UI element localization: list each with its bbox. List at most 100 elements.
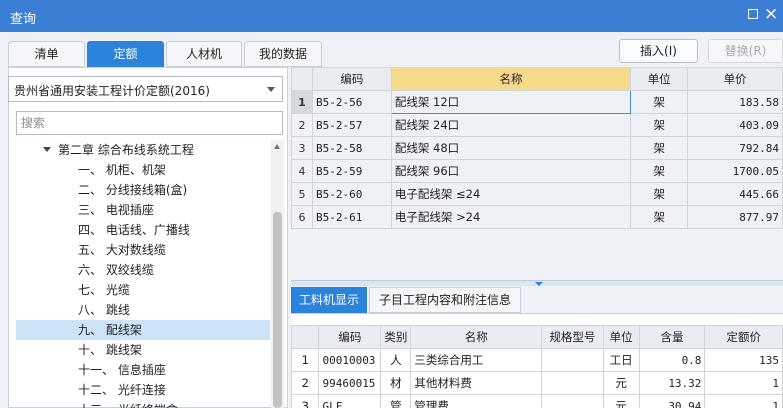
table-row[interactable]: 3 GLF 管 管理费 元 30.94 1 — [290, 394, 783, 408]
scrollbar-thumb[interactable] — [273, 212, 282, 408]
header-code[interactable]: 编码 — [311, 67, 392, 91]
tree-node[interactable]: 十、 跳线架 — [16, 340, 270, 360]
cell-spec[interactable] — [541, 371, 604, 395]
cell-name[interactable]: 管理费 — [410, 394, 543, 408]
table-row[interactable]: 5 B5-2-60 电子配线架 ≤24 架 445.66 — [291, 182, 783, 206]
tree-node[interactable]: 十三、 光纤终端盒 — [16, 400, 270, 408]
collapse-arrow-icon[interactable] — [535, 282, 543, 286]
cell-price[interactable]: 445.66 — [687, 182, 783, 206]
cell-qty[interactable]: 0.8 — [638, 348, 706, 372]
cell-unit[interactable]: 架 — [630, 90, 689, 114]
cell-code[interactable]: 99460015 — [318, 371, 382, 395]
header-name[interactable]: 名称 — [390, 67, 632, 91]
tree-node[interactable]: 七、 光缆 — [16, 280, 270, 300]
quota-library-select[interactable]: 贵州省通用安装工程计价定额(2016) — [8, 76, 283, 102]
tab-resources[interactable]: 人材机 — [166, 41, 242, 67]
cell-unit[interactable]: 工日 — [602, 348, 640, 372]
replace-button[interactable]: 替换(R) — [708, 39, 783, 63]
cell-price[interactable]: 403.09 — [687, 113, 783, 137]
maximize-icon[interactable] — [748, 9, 758, 19]
cell-price[interactable]: 1 — [704, 371, 783, 395]
tree-scrollbar[interactable] — [271, 140, 284, 408]
tree-node-label: 十二、 光纤连接 — [78, 383, 166, 397]
cell-qty[interactable]: 13.32 — [638, 371, 706, 395]
insert-button[interactable]: 插入(I) — [619, 39, 698, 63]
tab-quota[interactable]: 定额 — [87, 41, 164, 67]
cell-name[interactable]: 电子配线架 ≤24 — [390, 182, 632, 206]
tree-node[interactable]: 五、 大对数线缆 — [16, 240, 270, 260]
cell-name[interactable]: 配线架 24口 — [390, 113, 632, 137]
cell-name[interactable]: 配线架 12口 — [390, 90, 632, 114]
cell-unit[interactable]: 架 — [630, 159, 689, 183]
table-row[interactable]: 3 B5-2-58 配线架 48口 架 792.84 — [291, 136, 783, 160]
cell-type[interactable]: 人 — [380, 348, 412, 372]
header-type[interactable]: 类别 — [380, 325, 412, 349]
cell-unit[interactable]: 元 — [602, 394, 640, 408]
table-row[interactable]: 1 00010003 人 三类综合用工 工日 0.8 135 — [290, 348, 783, 372]
tree-node[interactable]: 四、 电话线、广播线 — [16, 220, 270, 240]
cell-price[interactable]: 1 — [704, 394, 783, 408]
cell-price[interactable]: 135 — [704, 348, 783, 372]
cell-code[interactable]: 00010003 — [318, 348, 382, 372]
expand-arrow-icon[interactable] — [43, 147, 51, 152]
cell-price[interactable]: 1700.05 — [687, 159, 783, 183]
cell-code[interactable]: B5-2-60 — [311, 182, 392, 206]
cell-price[interactable]: 877.97 — [687, 205, 783, 229]
tree-node-chapter-2[interactable]: 第二章 综合布线系统工程 — [16, 140, 270, 160]
cell-qty[interactable]: 30.94 — [638, 394, 706, 408]
header-spec[interactable]: 规格型号 — [541, 325, 604, 349]
cell-price[interactable]: 792.84 — [687, 136, 783, 160]
cell-unit[interactable]: 架 — [630, 136, 689, 160]
table-row[interactable]: 2 B5-2-57 配线架 24口 架 403.09 — [291, 113, 783, 137]
cell-name[interactable]: 配线架 48口 — [390, 136, 632, 160]
cell-type[interactable]: 管 — [380, 394, 412, 408]
cell-code[interactable]: B5-2-58 — [311, 136, 392, 160]
cell-code[interactable]: B5-2-56 — [311, 90, 392, 114]
tree-node[interactable]: 一、 机柜、机架 — [16, 160, 270, 180]
table-row[interactable]: 6 B5-2-61 电子配线架 >24 架 877.97 — [291, 205, 783, 229]
tree-node[interactable]: 十一、 信息插座 — [16, 360, 270, 380]
header-qty[interactable]: 含量 — [638, 325, 706, 349]
tab-my-data[interactable]: 我的数据 — [244, 41, 322, 67]
cell-unit[interactable]: 架 — [630, 182, 689, 206]
cell-unit[interactable]: 元 — [602, 371, 640, 395]
cell-spec[interactable] — [541, 348, 604, 372]
cell-code[interactable]: B5-2-61 — [311, 205, 392, 229]
cell-name[interactable]: 电子配线架 >24 — [390, 205, 632, 229]
panel-splitter[interactable] — [291, 280, 783, 286]
cell-unit[interactable]: 架 — [630, 113, 689, 137]
cell-name[interactable]: 其他材料费 — [410, 371, 543, 395]
cell-name[interactable]: 配线架 96口 — [390, 159, 632, 183]
header-unit[interactable]: 单位 — [602, 325, 640, 349]
cell-code[interactable]: B5-2-57 — [311, 113, 392, 137]
header-price[interactable]: 单价 — [687, 67, 783, 91]
cell-unit[interactable]: 架 — [630, 205, 689, 229]
table-row[interactable]: 2 99460015 材 其他材料费 元 13.32 1 — [290, 371, 783, 395]
header-code[interactable]: 编码 — [318, 325, 382, 349]
tree-node[interactable]: 六、 双绞线缆 — [16, 260, 270, 280]
cell-price[interactable]: 183.58 — [687, 90, 783, 114]
tree-node[interactable]: 八、 跳线 — [16, 300, 270, 320]
tree-node[interactable]: 二、 分线接线箱(盒) — [16, 180, 270, 200]
tab-list[interactable]: 清单 — [8, 41, 85, 67]
cell-type[interactable]: 材 — [380, 371, 412, 395]
tree-node[interactable]: 三、 电视插座 — [16, 200, 270, 220]
table-row[interactable]: 4 B5-2-59 配线架 96口 架 1700.05 — [291, 159, 783, 183]
close-icon[interactable]: × — [764, 3, 778, 25]
header-unit[interactable]: 单位 — [630, 67, 689, 91]
cell-name[interactable]: 三类综合用工 — [410, 348, 543, 372]
cell-code[interactable]: GLF — [318, 394, 382, 408]
table-row[interactable]: 1 B5-2-56 配线架 12口 架 183.58 — [291, 90, 783, 114]
tab-resource-display[interactable]: 工料机显示 — [291, 287, 367, 313]
tree-node-label: 九、 配线架 — [78, 323, 142, 337]
header-name[interactable]: 名称 — [410, 325, 543, 349]
tree-node-selected[interactable]: 九、 配线架 — [16, 320, 270, 340]
header-price[interactable]: 定额价 — [704, 325, 783, 349]
cell-spec[interactable] — [541, 394, 604, 408]
tab-work-content[interactable]: 子目工程内容和附注信息 — [369, 287, 521, 313]
search-input[interactable] — [16, 111, 283, 135]
tree-node[interactable]: 十二、 光纤连接 — [16, 380, 270, 400]
scroll-up-icon[interactable] — [274, 144, 280, 149]
chevron-down-icon[interactable] — [267, 87, 275, 92]
cell-code[interactable]: B5-2-59 — [311, 159, 392, 183]
